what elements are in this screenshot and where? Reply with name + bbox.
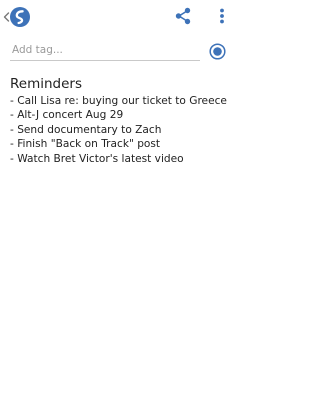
back-button[interactable]	[0, 3, 34, 29]
note-content[interactable]: Reminders - Call Lisa re: buying our tic…	[10, 76, 234, 166]
note-editor-screen: Reminders - Call Lisa re: buying our tic…	[0, 0, 240, 410]
note-title: Reminders	[10, 76, 82, 92]
tag-bar	[0, 32, 240, 70]
note-line: - Finish "Back on Track" post	[10, 138, 161, 151]
app-toolbar	[0, 0, 240, 32]
share-icon	[175, 7, 191, 25]
note-line: - Call Lisa re: buying our ticket to Gre…	[10, 95, 227, 107]
note-line: - Alt-J concert Aug 29	[10, 109, 124, 122]
more-vertical-icon	[220, 8, 224, 24]
add-tag-input[interactable]	[10, 41, 200, 61]
note-line: - Send documentary to Zach	[10, 123, 162, 136]
sync-status-icon[interactable]	[209, 43, 226, 60]
app-logo-icon	[10, 7, 30, 27]
share-button[interactable]	[172, 5, 194, 27]
chevron-left-icon	[3, 12, 10, 22]
note-line: - Watch Bret Victor's latest video	[10, 152, 184, 165]
overflow-menu-button[interactable]	[212, 5, 232, 27]
